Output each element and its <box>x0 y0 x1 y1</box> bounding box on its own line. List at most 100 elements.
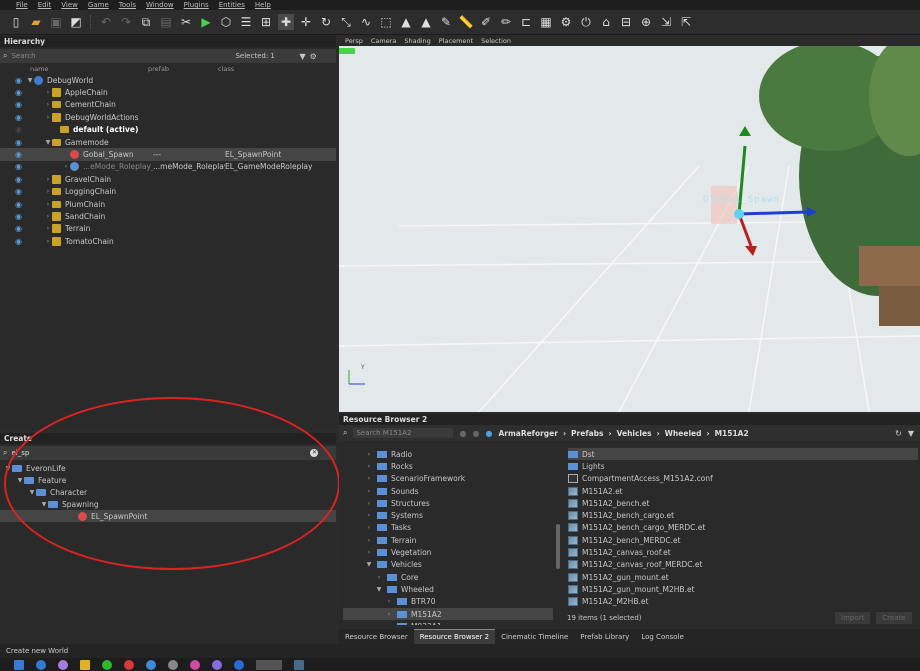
folder-item[interactable]: › Core <box>343 571 553 583</box>
expand-arrow-icon[interactable]: › <box>375 574 383 581</box>
copy-icon[interactable]: ⧉ <box>138 14 154 30</box>
hierarchy-row[interactable]: ◉ › DebugWorldActions <box>0 111 336 123</box>
app-icon[interactable] <box>168 659 178 670</box>
visibility-eye-icon[interactable]: ◉ <box>15 212 22 221</box>
menu-edit[interactable]: Edit <box>38 1 52 9</box>
brush-icon[interactable]: ✎ <box>438 14 454 30</box>
expand-arrow-icon[interactable]: › <box>385 598 393 605</box>
new-file-icon[interactable]: ▯ <box>8 14 24 30</box>
menu-window[interactable]: Window <box>146 1 174 9</box>
expand-arrow-icon[interactable]: › <box>365 512 373 519</box>
app-icon[interactable] <box>234 659 244 670</box>
column-prefab[interactable]: prefab <box>148 65 218 74</box>
hierarchy-row[interactable]: ◉ › SandChain <box>0 210 336 222</box>
paste-icon[interactable]: ▤ <box>158 14 174 30</box>
crumb[interactable]: Vehicles <box>617 429 652 438</box>
visibility-eye-icon[interactable]: ◉ <box>15 76 22 85</box>
hierarchy-search-input[interactable]: Search <box>11 52 231 60</box>
visibility-eye-icon[interactable]: ◉ <box>15 162 22 171</box>
filter-icon[interactable]: ▼ <box>299 52 305 61</box>
power-icon[interactable]: ⏻ <box>578 14 594 30</box>
terrain-icon[interactable]: ▲ <box>398 14 414 30</box>
play-icon[interactable]: ▶ <box>198 14 214 30</box>
hierarchy-row[interactable]: ◉ › GravelChain <box>0 173 336 185</box>
folder-item[interactable]: › Rocks <box>343 460 553 472</box>
expand-arrow-icon[interactable]: › <box>44 238 52 245</box>
folder-item[interactable]: › Terrain <box>343 534 553 546</box>
folder-item[interactable]: › Radio <box>343 448 553 460</box>
file-item[interactable]: M151A2_bench_cargo_MERDC.et <box>568 522 918 534</box>
save-icon[interactable]: ▣ <box>48 14 64 30</box>
rotate-icon[interactable]: ↻ <box>318 14 334 30</box>
folder-item[interactable]: › ScenarioFramework <box>343 473 553 485</box>
app-icon[interactable] <box>124 659 134 670</box>
visibility-eye-icon[interactable]: ◉ <box>15 113 22 122</box>
hierarchy-row[interactable]: ◉ default (active) <box>0 124 336 136</box>
expand-arrow-icon[interactable]: › <box>365 537 373 544</box>
hierarchy-row[interactable]: ◉ › AppleChain <box>0 86 336 98</box>
scale-icon[interactable]: ⤡ <box>338 14 354 30</box>
camera-menu[interactable]: Camera <box>371 37 397 45</box>
folder-item[interactable]: ›M923A1 <box>343 620 553 625</box>
app-icon[interactable] <box>36 659 46 670</box>
expand-arrow-icon[interactable]: › <box>365 524 373 531</box>
forward-icon[interactable]: ● <box>472 429 479 438</box>
file-item[interactable]: CompartmentAccess_M151A2.conf <box>568 473 918 485</box>
viewport-3d[interactable]: Global_Spawn Y <box>339 36 920 412</box>
import-icon[interactable]: ⇲ <box>658 14 674 30</box>
frame-icon[interactable]: ⊏ <box>518 14 534 30</box>
expand-arrow-icon[interactable]: › <box>365 549 373 556</box>
file-item[interactable]: Lights <box>568 460 918 472</box>
expand-arrow-icon[interactable]: › <box>385 611 393 618</box>
cut-icon[interactable]: ✂ <box>178 14 194 30</box>
folder-item[interactable]: ▼ Vehicles <box>343 559 553 571</box>
visibility-eye-icon[interactable]: ◉ <box>15 138 22 147</box>
hierarchy-row[interactable]: ◉ › ...eMode_Roleplay_1 ...meMode_Roleplay E… <box>0 161 336 173</box>
redo-icon[interactable]: ↷ <box>118 14 134 30</box>
settings-cube-icon[interactable]: ⬡ <box>218 14 234 30</box>
folder-item[interactable]: › Sounds <box>343 485 553 497</box>
visibility-eye-icon[interactable]: ◉ <box>15 100 22 109</box>
folder-item[interactable]: › Tasks <box>343 522 553 534</box>
shading-menu[interactable]: Shading <box>404 37 430 45</box>
folder-item[interactable]: › Vegetation <box>343 546 553 558</box>
hierarchy-row[interactable]: ◉ › CementChain <box>0 99 336 111</box>
folder-icon[interactable] <box>80 659 90 670</box>
app-icon[interactable] <box>294 659 304 670</box>
visibility-eye-icon[interactable]: ◉ <box>15 237 22 246</box>
column-class[interactable]: class <box>218 65 234 74</box>
placement-menu[interactable]: Placement <box>439 37 473 45</box>
crumb[interactable]: M151A2 <box>715 429 749 438</box>
crumb[interactable]: ArmaReforger <box>498 429 558 438</box>
app-icon[interactable] <box>58 659 68 670</box>
tab-resource-browser-2[interactable]: Resource Browser 2 <box>413 629 496 644</box>
layers-icon[interactable]: ☰ <box>238 14 254 30</box>
expand-arrow-icon[interactable]: › <box>44 188 52 195</box>
create-button[interactable]: Create <box>876 612 912 624</box>
home-icon[interactable]: ● <box>485 429 492 438</box>
expand-arrow-icon[interactable]: › <box>62 163 70 170</box>
app-icon[interactable] <box>146 659 156 670</box>
undo-icon[interactable]: ↶ <box>98 14 114 30</box>
menu-entities[interactable]: Entities <box>219 1 245 9</box>
hierarchy-row[interactable]: ◉ › Terrain <box>0 223 336 235</box>
expand-arrow-icon[interactable]: › <box>365 451 373 458</box>
menu-help[interactable]: Help <box>255 1 271 9</box>
import-button[interactable]: Import <box>835 612 871 624</box>
folder-item[interactable]: › BTR70 <box>343 596 553 608</box>
snap-icon[interactable]: ⊞ <box>258 14 274 30</box>
app-icon[interactable] <box>256 659 282 670</box>
folder-item[interactable]: › Structures <box>343 497 553 509</box>
hierarchy-row[interactable]: ◉ › TomatoChain <box>0 235 336 247</box>
select-rect-icon[interactable]: ⬚ <box>378 14 394 30</box>
grid-icon[interactable]: ▦ <box>538 14 554 30</box>
tab-log-console[interactable]: Log Console <box>635 629 690 644</box>
file-item[interactable]: M151A2_M2HB.et <box>568 596 918 608</box>
hierarchy-row[interactable]: ◉ › LoggingChain <box>0 186 336 198</box>
crumb[interactable]: Prefabs <box>571 429 603 438</box>
expand-arrow-icon[interactable]: ▼ <box>44 139 52 146</box>
app-icon[interactable] <box>102 659 112 670</box>
persp-menu[interactable]: Persp <box>345 37 363 45</box>
folder-item[interactable]: › Systems <box>343 509 553 521</box>
file-item[interactable]: M151A2_gun_mount.et <box>568 571 918 583</box>
